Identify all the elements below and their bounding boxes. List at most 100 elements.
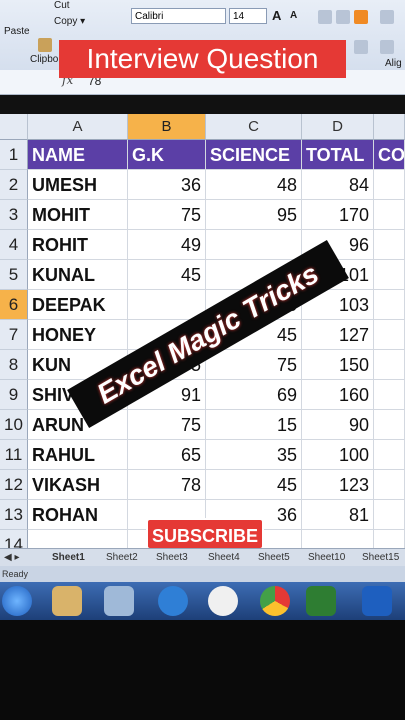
row-header[interactable]: 11 bbox=[0, 440, 28, 470]
word-icon[interactable] bbox=[362, 586, 392, 616]
column-header-d[interactable]: D bbox=[302, 114, 374, 140]
cut-button[interactable]: Cut bbox=[54, 0, 70, 11]
row-header[interactable]: 1 bbox=[0, 140, 28, 170]
header-cell-name[interactable]: NAME bbox=[28, 140, 128, 170]
table-cell-gk[interactable]: 75 bbox=[128, 200, 206, 230]
table-cell[interactable] bbox=[374, 290, 405, 320]
sheet-tab[interactable]: Sheet5 bbox=[258, 552, 290, 563]
table-cell[interactable] bbox=[374, 200, 405, 230]
table-cell[interactable] bbox=[374, 260, 405, 290]
align-middle-icon[interactable] bbox=[336, 10, 350, 24]
table-cell[interactable] bbox=[374, 470, 405, 500]
wrap-text-icon[interactable] bbox=[380, 10, 394, 24]
sheet-tab[interactable]: Sheet1 bbox=[52, 552, 85, 563]
copy-button[interactable]: Copy ▾ bbox=[54, 16, 85, 27]
table-cell[interactable] bbox=[374, 380, 405, 410]
table-cell[interactable] bbox=[374, 500, 405, 530]
align-left-icon[interactable] bbox=[354, 40, 368, 54]
paste-button[interactable]: Paste bbox=[4, 26, 30, 37]
table-cell-gk[interactable]: 45 bbox=[128, 260, 206, 290]
table-cell-gk[interactable]: 36 bbox=[128, 170, 206, 200]
table-cell-name[interactable]: ROHAN bbox=[28, 500, 128, 530]
format-painter-icon[interactable] bbox=[38, 38, 52, 52]
column-header-e[interactable] bbox=[374, 114, 405, 140]
sheet-tab[interactable]: Sheet3 bbox=[156, 552, 188, 563]
row-header[interactable]: 12 bbox=[0, 470, 28, 500]
row-header[interactable]: 13 bbox=[0, 500, 28, 530]
sheet-tab[interactable]: Sheet4 bbox=[208, 552, 240, 563]
table-cell-total[interactable]: 160 bbox=[302, 380, 374, 410]
row-header[interactable]: 7 bbox=[0, 320, 28, 350]
table-cell[interactable] bbox=[374, 320, 405, 350]
header-cell-total[interactable]: TOTAL bbox=[302, 140, 374, 170]
column-header-b[interactable]: B bbox=[128, 114, 206, 140]
row-header[interactable]: 3 bbox=[0, 200, 28, 230]
table-cell-name[interactable]: UMESH bbox=[28, 170, 128, 200]
table-cell-gk[interactable]: 75 bbox=[128, 410, 206, 440]
table-cell[interactable] bbox=[374, 350, 405, 380]
table-cell[interactable] bbox=[374, 410, 405, 440]
row-header[interactable]: 8 bbox=[0, 350, 28, 380]
table-cell[interactable] bbox=[374, 230, 405, 260]
media-player-icon[interactable] bbox=[208, 586, 238, 616]
table-cell-total[interactable]: 84 bbox=[302, 170, 374, 200]
table-cell-name[interactable]: HONEY bbox=[28, 320, 128, 350]
table-cell-name[interactable]: ROHIT bbox=[28, 230, 128, 260]
table-cell-name[interactable]: MOHIT bbox=[28, 200, 128, 230]
table-cell[interactable] bbox=[374, 170, 405, 200]
select-all-corner[interactable] bbox=[0, 114, 28, 140]
table-cell-total[interactable]: 170 bbox=[302, 200, 374, 230]
font-size-select[interactable]: 14 bbox=[229, 8, 267, 24]
align-center-icon[interactable] bbox=[380, 40, 394, 54]
first-sheet-nav-icon[interactable]: ◀ ▸ bbox=[4, 552, 20, 563]
table-cell-science[interactable] bbox=[206, 230, 302, 260]
row-header[interactable]: 6 bbox=[0, 290, 28, 320]
row-header[interactable]: 4 bbox=[0, 230, 28, 260]
internet-explorer-icon[interactable] bbox=[158, 586, 188, 616]
table-cell[interactable] bbox=[374, 440, 405, 470]
row-header[interactable]: 2 bbox=[0, 170, 28, 200]
table-cell-science[interactable]: 75 bbox=[206, 350, 302, 380]
row-header[interactable]: 5 bbox=[0, 260, 28, 290]
row-header[interactable]: 9 bbox=[0, 380, 28, 410]
table-cell-name[interactable]: RAHUL bbox=[28, 440, 128, 470]
file-explorer-icon[interactable] bbox=[52, 586, 82, 616]
devices-icon[interactable] bbox=[104, 586, 134, 616]
chrome-icon[interactable] bbox=[260, 586, 290, 616]
table-cell-total[interactable]: 90 bbox=[302, 410, 374, 440]
sheet-tab[interactable]: Sheet15 bbox=[362, 552, 399, 563]
table-cell-gk[interactable]: 49 bbox=[128, 230, 206, 260]
start-button-icon[interactable] bbox=[2, 586, 32, 616]
header-cell-gk[interactable]: G.K bbox=[128, 140, 206, 170]
table-cell-science[interactable]: 35 bbox=[206, 440, 302, 470]
align-top-icon[interactable] bbox=[318, 10, 332, 24]
table-cell-name[interactable]: KUNAL bbox=[28, 260, 128, 290]
table-cell-total[interactable]: 100 bbox=[302, 440, 374, 470]
table-cell-science[interactable]: 45 bbox=[206, 470, 302, 500]
table-cell-name[interactable]: ARUN bbox=[28, 410, 128, 440]
table-cell-name[interactable]: DEEPAK bbox=[28, 290, 128, 320]
table-cell-total[interactable]: 81 bbox=[302, 500, 374, 530]
table-cell-science[interactable]: 48 bbox=[206, 170, 302, 200]
header-cell-science[interactable]: SCIENCE bbox=[206, 140, 302, 170]
sheet-tab[interactable]: Sheet10 bbox=[308, 552, 345, 563]
table-cell-total[interactable]: 123 bbox=[302, 470, 374, 500]
table-cell-name[interactable]: VIKASH bbox=[28, 470, 128, 500]
table-cell-science[interactable]: 15 bbox=[206, 410, 302, 440]
table-cell-science[interactable]: 95 bbox=[206, 200, 302, 230]
table-cell-science[interactable]: 69 bbox=[206, 380, 302, 410]
row-header[interactable]: 10 bbox=[0, 410, 28, 440]
excel-icon[interactable] bbox=[306, 586, 336, 616]
shrink-font-button[interactable]: A bbox=[290, 10, 297, 21]
table-cell-gk[interactable]: 65 bbox=[128, 440, 206, 470]
font-name-select[interactable]: Calibri bbox=[131, 8, 226, 24]
fill-color-icon[interactable] bbox=[354, 10, 368, 24]
grow-font-button[interactable]: A bbox=[272, 8, 281, 23]
table-cell-total[interactable]: 150 bbox=[302, 350, 374, 380]
table-cell-total[interactable]: 127 bbox=[302, 320, 374, 350]
header-cell-extra[interactable]: CO bbox=[374, 140, 405, 170]
table-cell-gk[interactable]: 78 bbox=[128, 470, 206, 500]
sheet-tab[interactable]: Sheet2 bbox=[106, 552, 138, 563]
column-header-c[interactable]: C bbox=[206, 114, 302, 140]
column-header-a[interactable]: A bbox=[28, 114, 128, 140]
